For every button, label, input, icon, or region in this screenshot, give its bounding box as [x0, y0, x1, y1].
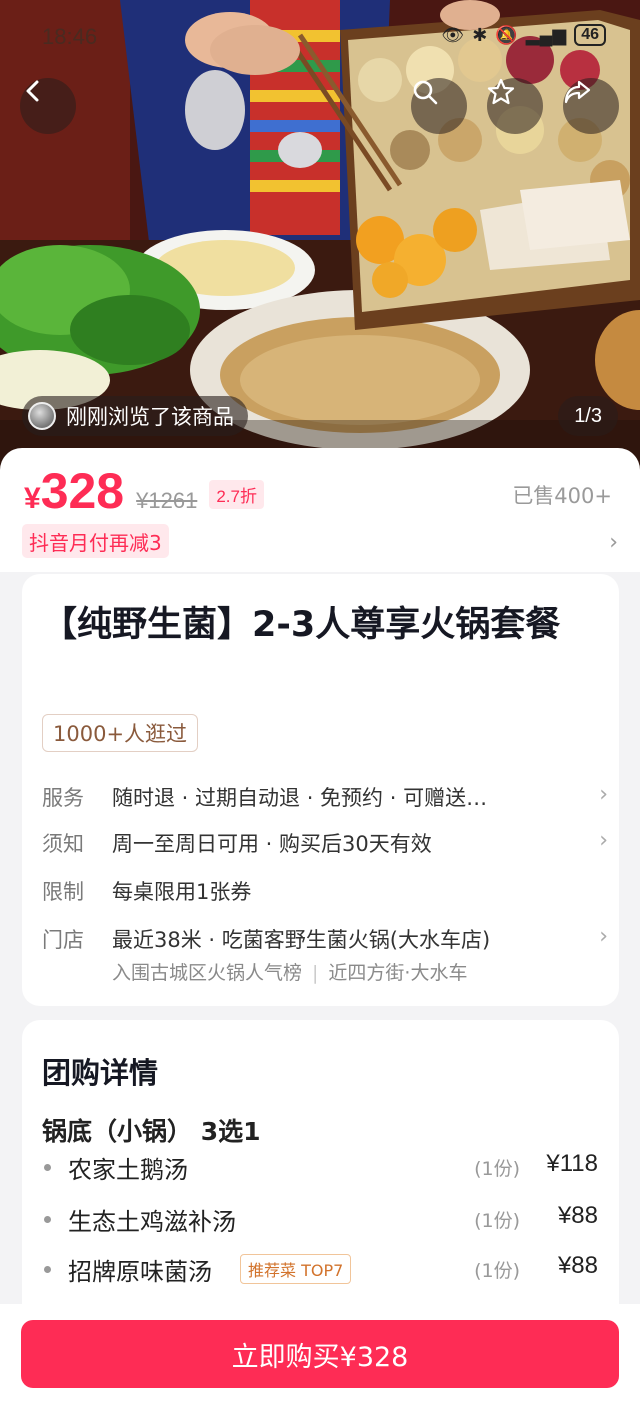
- price-currency: ¥: [24, 482, 41, 515]
- chevron-left-icon: [26, 80, 39, 102]
- store-ranking: 入围古城区火锅人气榜: [112, 962, 303, 984]
- product-info-card: 【纯野生菌】2-3人尊享火锅套餐 1000+人逛过 服务 随时退 · 过期自动退…: [22, 574, 619, 1006]
- service-label: 服务: [42, 786, 84, 810]
- product-image-carousel[interactable]: 18:46 👁 ✱ 🔕 ▂▄▆ 46 刚刚浏览了该商品 1/3: [0, 0, 640, 470]
- dish-name: 招牌原味菌汤: [68, 1258, 212, 1286]
- bullet-icon: [44, 1164, 51, 1171]
- dish-price: ¥88: [557, 1252, 598, 1279]
- recommended-tag: 推荐菜 TOP7: [240, 1254, 352, 1284]
- product-title: 【纯野生菌】2-3人尊享火锅套餐: [42, 605, 561, 645]
- buy-now-button[interactable]: 立即购买¥328: [21, 1320, 619, 1388]
- notice-label: 须知: [42, 832, 84, 856]
- chevron-right-icon[interactable]: ›: [609, 530, 618, 555]
- battery-indicator: 46: [574, 24, 606, 46]
- browse-text: 刚刚浏览了该商品: [66, 405, 234, 429]
- signal-icon: ▂▄▆: [525, 24, 567, 45]
- bluetooth-icon: ✱: [472, 24, 488, 45]
- original-price: ¥1261: [136, 488, 198, 513]
- soup-base-group-title: 锅底（小锅） 3选1: [42, 1117, 261, 1146]
- divider: |: [312, 962, 319, 984]
- dish-price: ¥118: [546, 1150, 598, 1177]
- limit-label: 限制: [42, 880, 84, 904]
- bullet-icon: [44, 1216, 51, 1223]
- visit-count-badge: 1000+人逛过: [42, 714, 199, 752]
- store-subinfo: 入围古城区火锅人气榜 | 近四方街·大水车: [112, 958, 467, 985]
- sold-count: 已售400+: [512, 484, 612, 508]
- favorite-button[interactable]: [487, 78, 543, 134]
- dish-quantity: (1份): [474, 1260, 520, 1282]
- list-item: 生态土鸡滋补汤 (1份) ¥88: [42, 1202, 598, 1242]
- dish-quantity: (1份): [474, 1210, 520, 1232]
- search-button[interactable]: [411, 78, 467, 134]
- details-title: 团购详情: [42, 1056, 159, 1090]
- price-row: ¥ 328 ¥1261 2.7折: [24, 462, 264, 520]
- discount-badge: 2.7折: [209, 480, 264, 509]
- price-section: ¥ 328 ¥1261 2.7折 已售400+ 抖音月付再减3 ›: [0, 448, 640, 572]
- notice-text: 周一至周日可用 · 购买后30天有效: [112, 832, 432, 856]
- back-button[interactable]: [20, 78, 76, 134]
- store-label: 门店: [42, 928, 84, 952]
- store-text: 最近38米 · 吃菌客野生菌火锅(大水车店): [112, 928, 491, 952]
- dish-quantity: (1份): [474, 1158, 520, 1180]
- status-icons: 👁 ✱ 🔕 ▂▄▆ 46: [441, 24, 606, 46]
- list-item: 农家土鹅汤 (1份) ¥118: [42, 1150, 598, 1190]
- share-icon: [564, 80, 591, 104]
- dish-name: 生态土鸡滋补汤: [68, 1208, 236, 1236]
- recent-browse-pill: 刚刚浏览了该商品: [22, 396, 248, 436]
- search-icon: [413, 80, 438, 105]
- star-icon: [487, 78, 515, 105]
- bottom-action-bar: 立即购买¥328: [0, 1304, 640, 1406]
- image-page-indicator: 1/3: [558, 396, 618, 436]
- bullet-icon: [44, 1266, 51, 1273]
- avatar: [28, 402, 56, 430]
- limit-text: 每桌限用1张券: [112, 880, 252, 904]
- dish-price: ¥88: [557, 1202, 598, 1229]
- eye-icon: 👁: [441, 24, 465, 45]
- chevron-right-icon: ›: [599, 828, 608, 853]
- chevron-right-icon: ›: [599, 782, 608, 807]
- current-price: 328: [40, 463, 125, 519]
- chevron-right-icon: ›: [599, 924, 608, 949]
- list-item: 招牌原味菌汤 推荐菜 TOP7 (1份) ¥88: [42, 1252, 598, 1292]
- store-location: 近四方街·大水车: [328, 962, 468, 984]
- status-time: 18:46: [42, 24, 98, 49]
- service-text: 随时退 · 过期自动退 · 免预约 · 可赠送…: [112, 786, 488, 810]
- mute-icon: 🔕: [495, 24, 518, 45]
- dish-name: 农家土鹅汤: [68, 1156, 188, 1184]
- payment-promo-tag[interactable]: 抖音月付再减3: [22, 524, 169, 558]
- share-button[interactable]: [563, 78, 619, 134]
